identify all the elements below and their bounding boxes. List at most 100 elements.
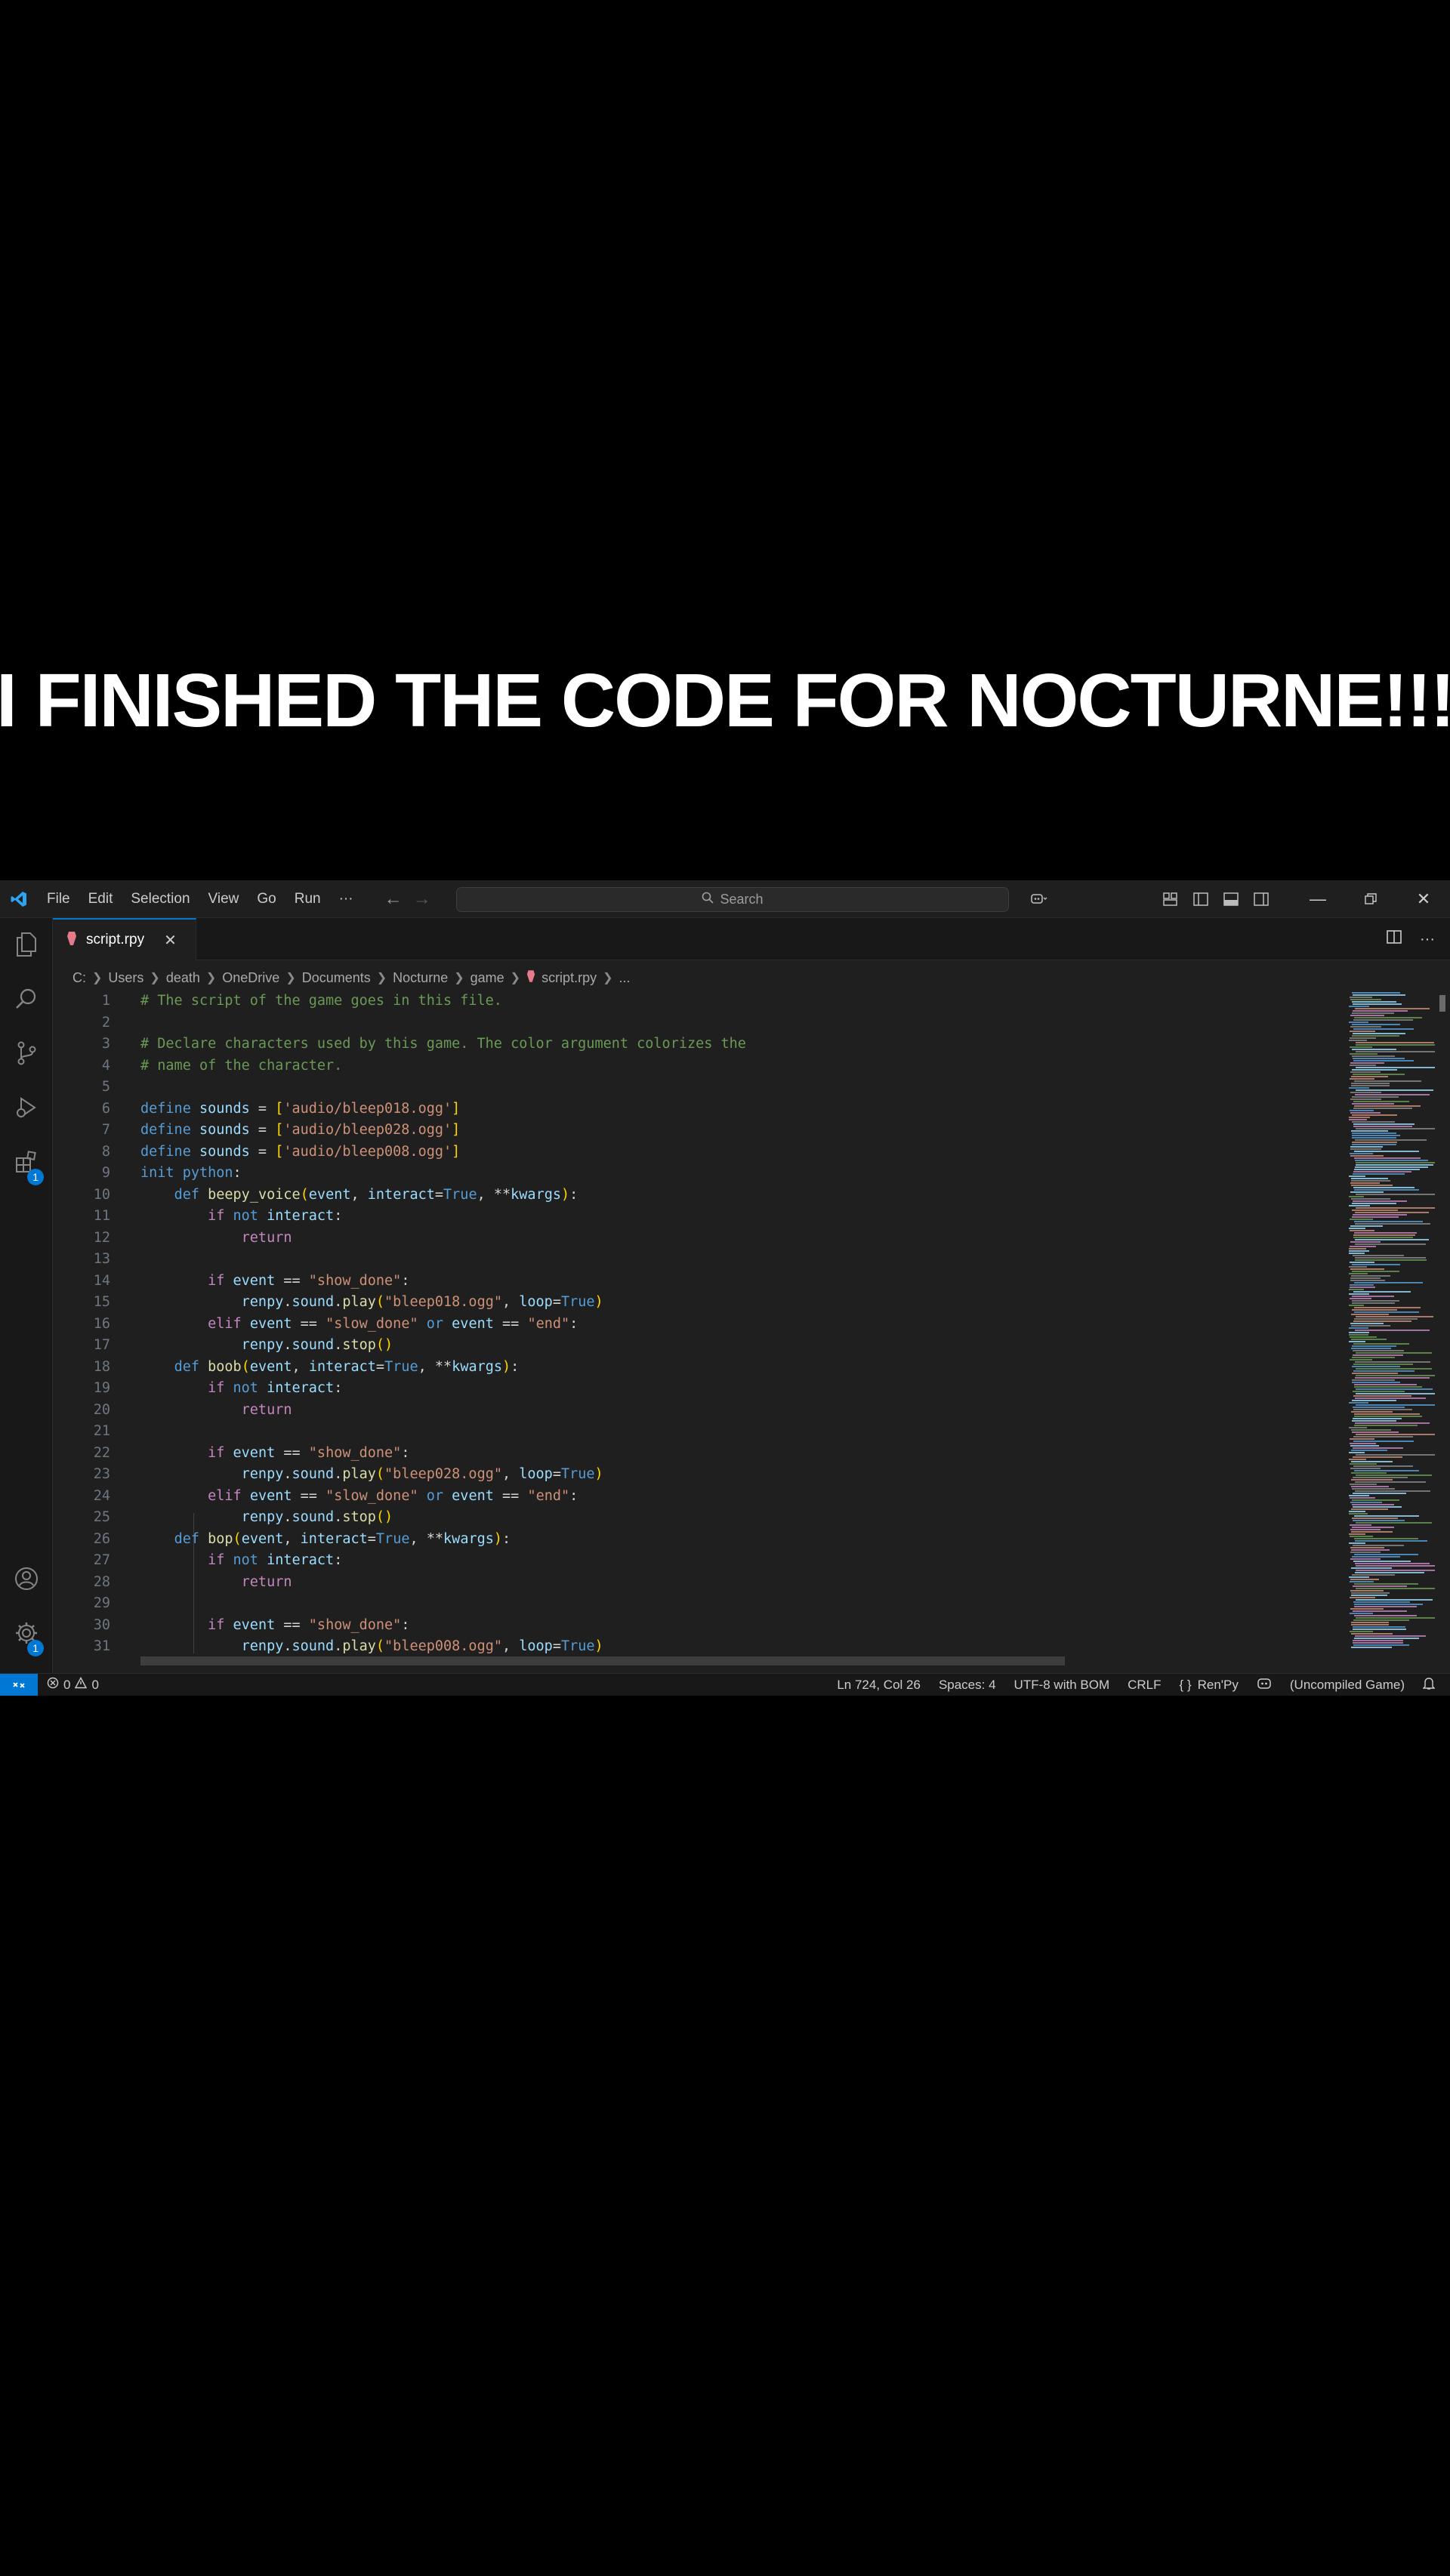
close-tab-icon[interactable]: ✕: [164, 931, 177, 950]
code-line[interactable]: 26 def bop(event, interact=True, **kwarg…: [53, 1529, 1344, 1551]
minimap-line: [1350, 1053, 1378, 1055]
search-view-icon[interactable]: [0, 972, 53, 1025]
minimap-line: [1355, 1259, 1427, 1261]
code-line[interactable]: 22 if event == "show_done":: [53, 1443, 1344, 1465]
menu-file[interactable]: File: [38, 880, 79, 918]
menu-run[interactable]: Run: [285, 880, 330, 918]
crumb-onedrive[interactable]: OneDrive: [222, 970, 279, 986]
minimap-line: [1353, 1033, 1405, 1034]
code-line[interactable]: 15 renpy.sound.play("bleep018.ogg", loop…: [53, 1292, 1344, 1314]
cursor-position[interactable]: Ln 724, Col 26: [837, 1678, 921, 1693]
toggle-secondary-sidebar-icon[interactable]: [1246, 880, 1276, 918]
minimap-line: [1353, 1354, 1403, 1356]
code-line[interactable]: 29: [53, 1593, 1344, 1615]
accounts-icon[interactable]: [0, 1552, 53, 1605]
extensions-icon[interactable]: 1: [0, 1135, 53, 1188]
back-arrow-icon[interactable]: ←: [379, 889, 408, 910]
minimap[interactable]: [1347, 991, 1435, 1653]
more-actions-icon[interactable]: ···: [1420, 931, 1435, 948]
crumb-drive[interactable]: C:: [72, 970, 86, 986]
code-token: True: [384, 1358, 418, 1375]
language-mode[interactable]: { } Ren'Py: [1180, 1678, 1239, 1693]
end-of-line[interactable]: CRLF: [1128, 1678, 1161, 1693]
crumb-users[interactable]: Users: [108, 970, 143, 986]
code-editor[interactable]: 1 # The script of the game goes in this f…: [53, 991, 1344, 1653]
minimap-line: [1350, 1277, 1381, 1279]
manage-gear-icon[interactable]: 1: [0, 1607, 53, 1659]
code-line[interactable]: 27 if not interact:: [53, 1550, 1344, 1572]
crumb-file[interactable]: script.rpy: [541, 970, 597, 986]
code-line[interactable]: 9 init python:: [53, 1163, 1344, 1185]
project-status[interactable]: (Uncompiled Game): [1290, 1678, 1405, 1693]
code-line[interactable]: 24 elif event == "slow_done" or event ==…: [53, 1486, 1344, 1508]
code-line[interactable]: 4 # name of the character.: [53, 1055, 1344, 1077]
minimap-line: [1355, 1243, 1426, 1245]
code-line[interactable]: 1 # The script of the game goes in this f…: [53, 991, 1344, 1012]
horizontal-scrollbar[interactable]: [140, 1656, 1065, 1665]
code-line[interactable]: 12 return: [53, 1228, 1344, 1249]
crumb-death[interactable]: death: [166, 970, 200, 986]
vertical-scrollbar[interactable]: [1436, 991, 1447, 1653]
code-line[interactable]: 25 renpy.sound.stop(): [53, 1507, 1344, 1529]
split-editor-icon[interactable]: [1387, 930, 1402, 948]
code-line[interactable]: 8 define sounds = ['audio/bleep008.ogg']: [53, 1142, 1344, 1163]
code-line[interactable]: 19 if not interact:: [53, 1378, 1344, 1400]
code-line[interactable]: 14 if event == "show_done":: [53, 1271, 1344, 1293]
forward-arrow-icon[interactable]: →: [408, 889, 437, 910]
code-line[interactable]: 2: [53, 1012, 1344, 1034]
code-line[interactable]: 23 renpy.sound.play("bleep028.ogg", loop…: [53, 1464, 1344, 1486]
menu-go[interactable]: Go: [248, 880, 285, 918]
code-line[interactable]: 3 # Declare characters used by this game.…: [53, 1034, 1344, 1055]
menu-edit[interactable]: Edit: [79, 880, 122, 918]
restore-icon[interactable]: [1344, 880, 1397, 918]
code-line[interactable]: 5: [53, 1077, 1344, 1098]
minimap-line: [1353, 1520, 1405, 1521]
toggle-primary-sidebar-icon[interactable]: [1186, 880, 1216, 918]
file-encoding[interactable]: UTF-8 with BOM: [1014, 1678, 1110, 1693]
remote-indicator-icon[interactable]: [0, 1673, 38, 1696]
toggle-panel-icon[interactable]: [1216, 880, 1246, 918]
crumb-nocturne[interactable]: Nocturne: [393, 970, 448, 986]
crumb-symbols[interactable]: ...: [619, 970, 630, 986]
code-line[interactable]: 20 return: [53, 1400, 1344, 1422]
code-line[interactable]: 10 def beepy_voice(event, interact=True,…: [53, 1185, 1344, 1206]
code-token: ,: [501, 1466, 520, 1482]
code-line[interactable]: 18 def boob(event, interact=True, **kwar…: [53, 1357, 1344, 1379]
code-line[interactable]: 16 elif event == "slow_done" or event ==…: [53, 1314, 1344, 1336]
tab-script-rpy[interactable]: script.rpy ✕: [53, 918, 196, 960]
source-control-icon[interactable]: [0, 1027, 53, 1080]
minimap-line: [1349, 1305, 1364, 1306]
code-line[interactable]: 11 if not interact:: [53, 1206, 1344, 1228]
copilot-icon[interactable]: [1021, 880, 1057, 918]
close-window-icon[interactable]: ✕: [1397, 880, 1450, 918]
indentation[interactable]: Spaces: 4: [939, 1678, 996, 1693]
menu-more[interactable]: ···: [330, 880, 362, 918]
code-line[interactable]: 30 if event == "show_done":: [53, 1615, 1344, 1637]
problems-indicator[interactable]: 0 0: [38, 1677, 99, 1693]
code-line[interactable]: 17 renpy.sound.stop(): [53, 1335, 1344, 1357]
code-line[interactable]: 6 define sounds = ['audio/bleep018.ogg']: [53, 1098, 1344, 1120]
crumb-documents[interactable]: Documents: [302, 970, 371, 986]
minimap-line: [1352, 1431, 1399, 1433]
notifications-bell-icon[interactable]: [1422, 1677, 1436, 1694]
code-line[interactable]: 31 renpy.sound.play("bleep008.ogg", loop…: [53, 1636, 1344, 1653]
vertical-scroll-thumb[interactable]: [1439, 995, 1445, 1012]
code-line[interactable]: 21: [53, 1421, 1344, 1443]
command-center-search[interactable]: Search: [456, 887, 1009, 912]
crumb-game[interactable]: game: [470, 970, 504, 986]
customize-layout-icon[interactable]: [1155, 880, 1186, 918]
explorer-icon[interactable]: [0, 918, 53, 971]
code-token: True: [443, 1186, 477, 1203]
minimize-icon[interactable]: —: [1291, 880, 1344, 918]
code-line[interactable]: 28 return: [53, 1572, 1344, 1594]
minimap-line: [1349, 1293, 1369, 1295]
menu-selection[interactable]: Selection: [122, 880, 199, 918]
code-line[interactable]: 13: [53, 1249, 1344, 1271]
chevron-right-icon: ❯: [454, 972, 464, 984]
run-and-debug-icon[interactable]: [0, 1081, 53, 1134]
code-line[interactable]: 7 define sounds = ['audio/bleep028.ogg']: [53, 1120, 1344, 1142]
copilot-status-icon[interactable]: [1257, 1678, 1272, 1693]
minimap-line: [1353, 1465, 1413, 1467]
menu-view[interactable]: View: [199, 880, 248, 918]
